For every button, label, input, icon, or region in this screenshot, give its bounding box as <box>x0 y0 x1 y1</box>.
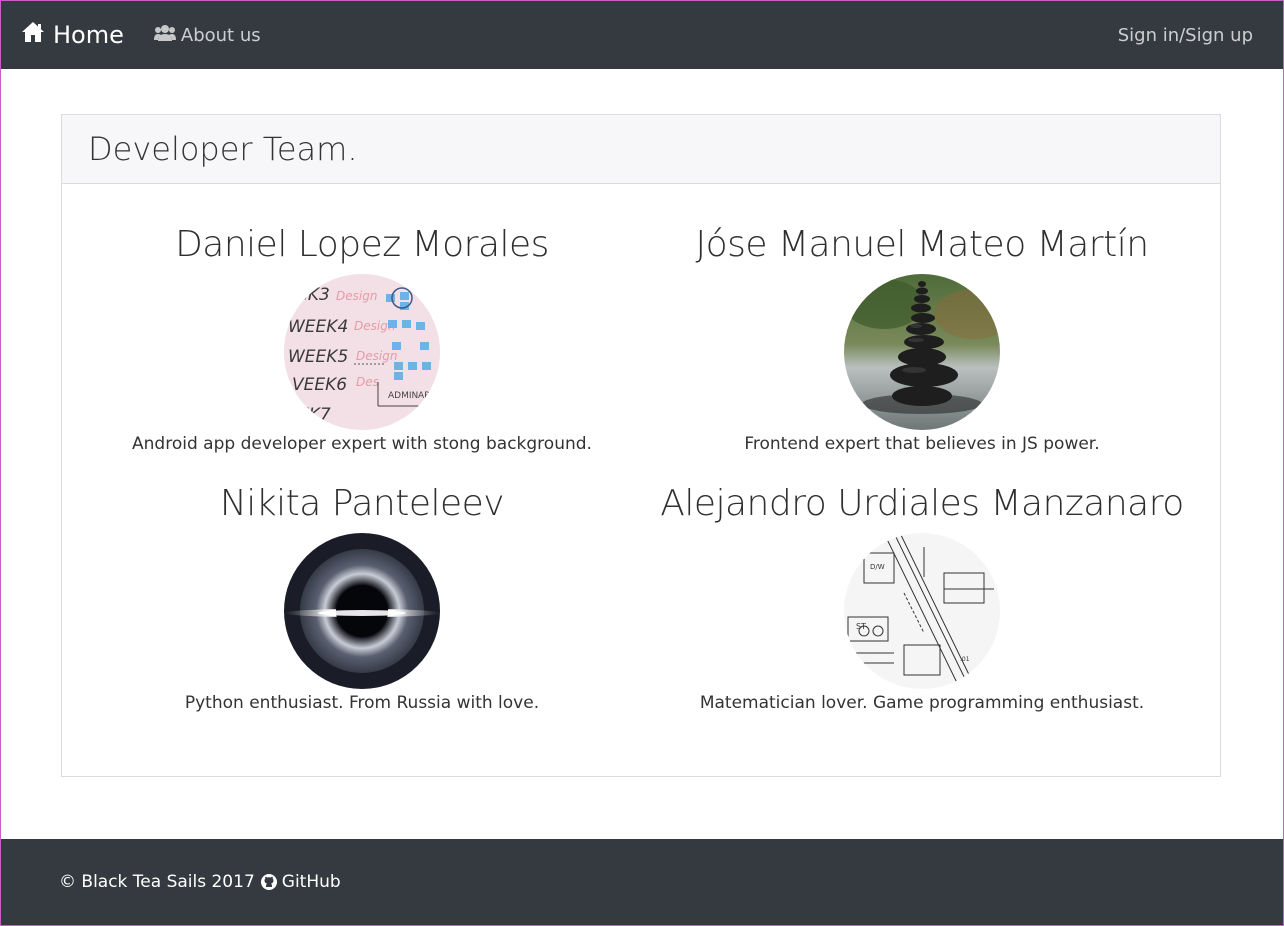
team-member: Alejandro Urdiales Manzanaro ST D/W .01 … <box>642 481 1202 713</box>
blueprint-photo-avatar: ST D/W .01 <box>844 533 1000 689</box>
member-description: Frontend expert that believes in JS powe… <box>744 434 1100 454</box>
users-icon <box>153 24 181 47</box>
svg-text:D/W: D/W <box>870 563 885 571</box>
member-description: Matematician lover. Game programming ent… <box>699 693 1145 713</box>
about-us-label: About us <box>180 24 261 46</box>
svg-text:VEEK6: VEEK6 <box>292 375 347 395</box>
svg-text:Des: Des <box>356 375 379 389</box>
card-title: Developer Team. <box>88 130 358 168</box>
svg-text:CK3: CK3 <box>296 285 330 305</box>
svg-text:ADMIN: ADMIN <box>388 391 418 401</box>
member-name: Alejandro Urdiales Manzanaro <box>660 483 1184 524</box>
card-header: Developer Team. <box>62 115 1220 184</box>
svg-text:Design: Design <box>356 349 397 363</box>
svg-text:Design: Design <box>336 289 377 303</box>
about-us-link[interactable]: About us <box>153 24 261 47</box>
stacked-stones-photo-avatar <box>844 274 1000 430</box>
home-label: Home <box>53 21 124 49</box>
member-name: Jóse Manuel Mateo Martín <box>695 224 1149 265</box>
home-link[interactable]: Home <box>21 21 124 49</box>
github-link[interactable]: GitHub <box>282 872 341 892</box>
whiteboard-photo-avatar: CK3 WEEK4 WEEK5 VEEK6 EK7 Design Design … <box>284 274 440 430</box>
sign-in-link[interactable]: Sign in/Sign up <box>1118 25 1253 46</box>
member-name: Nikita Panteleev <box>219 483 505 524</box>
svg-text:.01: .01 <box>960 656 970 663</box>
member-description: Python enthusiast. From Russia with love… <box>184 693 540 713</box>
team-member: Daniel Lopez Morales CK3 WEEK4 WEEK5 VEE… <box>82 222 642 454</box>
home-icon <box>21 21 53 49</box>
footer: © Black Tea Sails 2017 GitHub <box>1 839 1283 925</box>
svg-text:EK7: EK7 <box>298 405 331 425</box>
svg-text:AP: AP <box>418 391 430 401</box>
black-hole-photo-avatar <box>284 533 440 689</box>
developer-team-card: Developer Team. Daniel Lopez Morales CK3… <box>61 114 1221 777</box>
team-member: Nikita Panteleev Python enthusiast. From… <box>82 481 642 713</box>
member-name: Daniel Lopez Morales <box>175 224 549 265</box>
copyright-text: © Black Tea Sails 2017 <box>59 872 255 892</box>
team-member: Jóse Manuel Mateo Martín Frontend expert… <box>642 222 1202 454</box>
member-description: Android app developer expert with stong … <box>132 434 592 454</box>
github-icon <box>260 874 277 890</box>
svg-text:WEEK5: WEEK5 <box>288 347 348 367</box>
navbar: Home About us Sign in/Sign up <box>1 1 1283 69</box>
page: Home About us Sign in/Sign up Developer … <box>0 0 1284 926</box>
svg-text:WEEK4: WEEK4 <box>288 317 348 337</box>
svg-text:ST: ST <box>856 622 866 631</box>
